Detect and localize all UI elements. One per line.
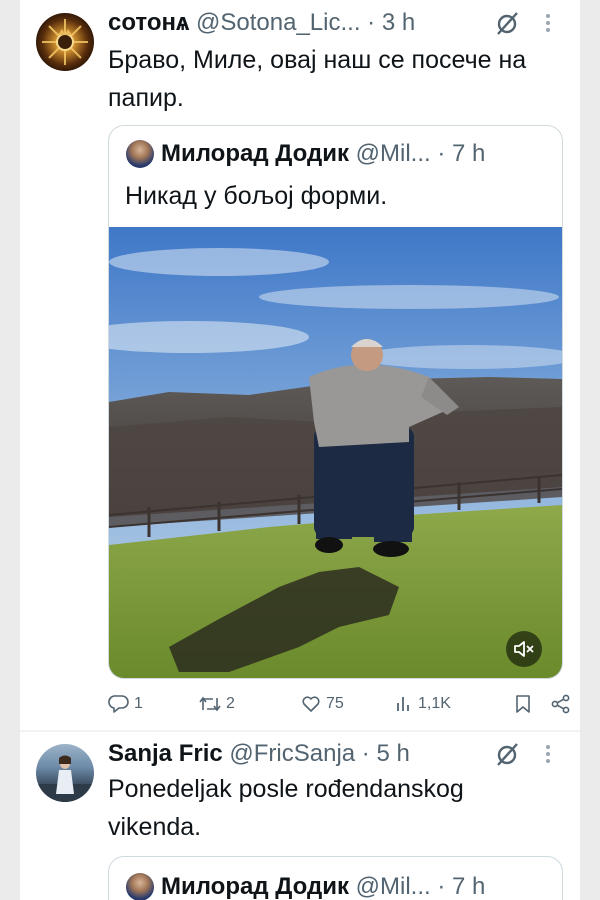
video-player[interactable] bbox=[109, 227, 562, 678]
share-button[interactable] bbox=[550, 688, 572, 720]
grok-icon[interactable] bbox=[495, 7, 521, 39]
tweet[interactable]: сотонѧ @Sotona_Lic... · 3 h Браво, Миле,… bbox=[20, 0, 580, 730]
timestamp[interactable]: 3 h bbox=[382, 9, 415, 36]
avatar[interactable] bbox=[36, 744, 94, 802]
avatar-emblem-icon bbox=[42, 19, 88, 65]
reply-button[interactable]: 1 bbox=[108, 688, 143, 720]
views-chart-icon bbox=[397, 697, 409, 711]
heart-icon bbox=[302, 696, 320, 712]
more-vertical-icon[interactable] bbox=[540, 738, 556, 770]
quoted-timestamp[interactable]: 7 h bbox=[452, 873, 485, 900]
quoted-author-name[interactable]: Милорад Додик bbox=[161, 873, 349, 900]
author-handle[interactable]: @Sotona_Lic... bbox=[196, 9, 360, 36]
mute-button[interactable] bbox=[506, 631, 542, 667]
timeline: сотонѧ @Sotona_Lic... · 3 h Браво, Миле,… bbox=[20, 0, 580, 900]
quoted-tweet-header: Милорад Додик @Mil... · 7 h bbox=[161, 137, 485, 171]
tweet[interactable]: Sanja Fric @FricSanja · 5 h Ponedeljak p… bbox=[20, 732, 580, 900]
tweet-text: Браво, Миле, овај наш се посече на папир… bbox=[108, 46, 527, 112]
reply-count: 1 bbox=[134, 695, 143, 712]
quoted-tweet-header: Милорад Додик @Mil... · 7 h bbox=[161, 870, 485, 900]
grok-icon[interactable] bbox=[495, 738, 521, 770]
quoted-tweet[interactable]: Милорад Додик @Mil... · 7 h Никад у бољо… bbox=[108, 125, 563, 679]
share-icon bbox=[551, 694, 570, 714]
views-button[interactable]: 1,1K bbox=[394, 688, 451, 720]
separator-dot: · bbox=[437, 873, 446, 900]
quoted-tweet-text: Никад у бољој форми. bbox=[125, 182, 388, 210]
avatar[interactable] bbox=[36, 13, 94, 71]
volume-muted-icon bbox=[514, 641, 534, 657]
quoted-tweet[interactable]: Милорад Додик @Mil... · 7 h bbox=[108, 856, 563, 900]
like-button[interactable]: 75 bbox=[300, 688, 344, 720]
quoted-author-handle[interactable]: @Mil... bbox=[356, 873, 431, 900]
tweet-text: Ponedeljak posle rođendanskog vikenda. bbox=[108, 775, 464, 841]
quoted-timestamp[interactable]: 7 h bbox=[452, 140, 485, 167]
quoted-author-handle[interactable]: @Mil... bbox=[356, 140, 431, 167]
like-count: 75 bbox=[326, 695, 344, 712]
bookmark-button[interactable] bbox=[513, 688, 533, 720]
retweet-count: 2 bbox=[226, 695, 235, 712]
action-bar: 1 2 75 1,1K bbox=[108, 688, 574, 720]
view-count: 1,1K bbox=[418, 695, 451, 712]
author-handle[interactable]: @FricSanja bbox=[229, 740, 355, 767]
separator-dot: · bbox=[437, 140, 446, 167]
timestamp[interactable]: 5 h bbox=[376, 740, 409, 767]
quoted-author-name[interactable]: Милорад Додик bbox=[161, 140, 349, 167]
reply-icon bbox=[108, 695, 129, 713]
bookmark-icon bbox=[516, 695, 530, 713]
retweet-button[interactable]: 2 bbox=[198, 688, 235, 720]
tweet-header: Sanja Fric @FricSanja · 5 h bbox=[108, 738, 410, 770]
quoted-avatar[interactable] bbox=[126, 873, 154, 900]
separator-dot: · bbox=[367, 9, 376, 36]
separator-dot: · bbox=[361, 740, 370, 767]
quoted-avatar[interactable] bbox=[126, 140, 154, 168]
more-vertical-icon[interactable] bbox=[540, 7, 556, 39]
retweet-icon bbox=[199, 696, 221, 712]
video-frame bbox=[109, 227, 562, 678]
author-name[interactable]: сотонѧ bbox=[108, 9, 189, 36]
tweet-header: сотонѧ @Sotona_Lic... · 3 h bbox=[108, 7, 415, 39]
author-name[interactable]: Sanja Fric bbox=[108, 740, 223, 767]
avatar-photo-icon bbox=[36, 755, 94, 802]
